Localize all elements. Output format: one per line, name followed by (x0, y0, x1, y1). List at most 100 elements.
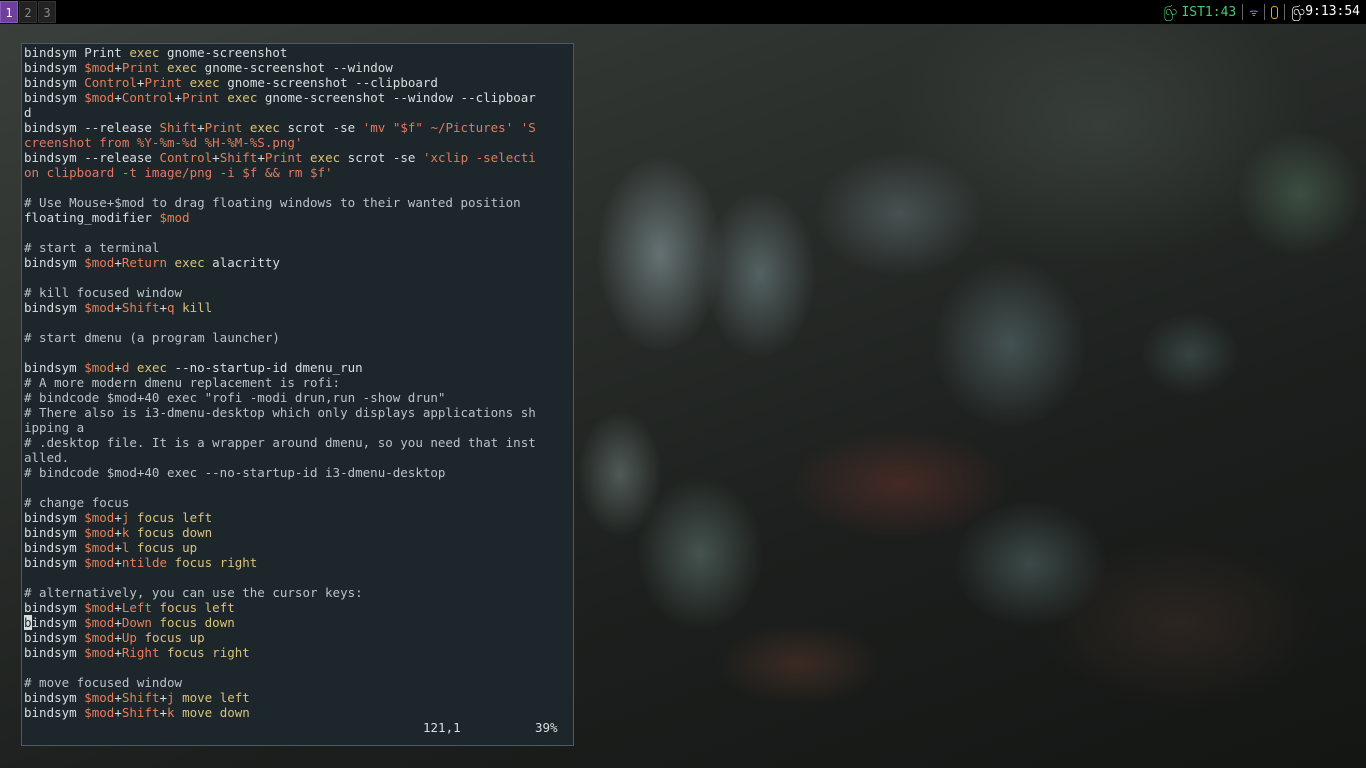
code-line: # move focused window (24, 675, 573, 690)
code-variable: Return (121, 255, 168, 270)
code-comment: # change focus (24, 495, 130, 510)
code-text: gnome-screenshot --clipboard (219, 75, 438, 90)
code-comment: # Use Mouse+$mod to drag floating window… (24, 195, 521, 210)
clock-block: ꩺ9:13:54 (1285, 3, 1366, 22)
temperature-block (1265, 5, 1284, 19)
code-variable: $mod (159, 210, 190, 225)
code-line: # bindcode $mod+40 exec --no-startup-id … (24, 465, 573, 480)
code-variable: $mod (84, 705, 115, 720)
code-text: scrot -se (340, 150, 423, 165)
code-text: bindsym Print (24, 45, 130, 60)
code-keyword: focus right (174, 555, 258, 570)
code-text: + (114, 615, 122, 630)
code-variable: $mod (84, 525, 115, 540)
code-text: + (114, 60, 122, 75)
code-line: bindsym $mod+k focus down (24, 525, 573, 540)
code-line: bindsym $mod+Print exec gnome-screenshot… (24, 60, 573, 75)
code-text: + (114, 555, 122, 570)
code-variable: k (167, 705, 175, 720)
text-cursor: b (24, 615, 32, 630)
code-keyword: exec (249, 120, 280, 135)
code-line: # A more modern dmenu replacement is rof… (24, 375, 573, 390)
code-keyword: kill (182, 300, 213, 315)
code-line: bindsym --release Shift+Print exec scrot… (24, 120, 573, 135)
code-text: + (114, 705, 122, 720)
code-text: bindsym (24, 525, 85, 540)
code-comment: # bindcode $mod+40 exec --no-startup-id … (24, 465, 446, 480)
code-variable: $mod (84, 645, 115, 660)
code-text: + (159, 300, 168, 315)
code-keyword: exec (129, 45, 160, 60)
code-line: bindsym $mod+Right focus right (24, 645, 573, 660)
code-text: + (114, 525, 122, 540)
workspace-button-3[interactable]: 3 (38, 1, 56, 23)
status-blocks: ꩺ IST1:43 ᯤ ꩺ9:13:54 (1158, 0, 1366, 24)
code-line: bindsym $mod+Control+Print exec gnome-sc… (24, 90, 573, 105)
terminal-window[interactable]: bindsym Print exec gnome-screenshot binds… (21, 43, 574, 746)
code-string: on clipboard -t image/png -i $f && rm $f… (24, 165, 333, 180)
code-comment: # start dmenu (a program launcher) (24, 330, 280, 345)
code-line: bindsym $mod+d exec --no-startup-id dmen… (24, 360, 573, 375)
code-line: bindsym $mod+Up focus up (24, 630, 573, 645)
code-text: + (114, 540, 122, 555)
code-line: # .desktop file. It is a wrapper around … (24, 435, 573, 450)
code-text: bindsym (24, 255, 85, 270)
code-variable: $mod (84, 360, 115, 375)
code-text: + (257, 150, 265, 165)
code-line: alled. (24, 450, 573, 465)
cpu-value: IST1:43 (1181, 4, 1237, 20)
code-keyword: focus left (136, 510, 213, 525)
code-string: 'xclip -selecti (422, 150, 536, 165)
code-line: floating_modifier $mod (24, 210, 573, 225)
code-line: # change focus (24, 495, 573, 510)
code-variable: $mod (84, 540, 115, 555)
code-keyword: move down (182, 705, 250, 720)
code-text: + (174, 90, 183, 105)
thermometer-icon (1271, 5, 1279, 19)
clock-text: ꩺ9:13:54 (1291, 3, 1360, 19)
code-variable: $mod (84, 555, 115, 570)
code-line: bindsym Print exec gnome-screenshot (24, 45, 573, 60)
code-keyword: exec (227, 90, 258, 105)
code-line: bindsym Control+Print exec gnome-screens… (24, 75, 573, 90)
code-comment: # A more modern dmenu replacement is rof… (24, 375, 341, 390)
code-variable: $mod (84, 630, 115, 645)
code-line: bindsym $mod+l focus up (24, 540, 573, 555)
code-comment: ipping a (24, 420, 85, 435)
workspace-button-1[interactable]: 1 (0, 1, 18, 23)
code-text: bindsym (24, 300, 85, 315)
code-variable: Shift (121, 300, 160, 315)
code-line: on clipboard -t image/png -i $f && rm $f… (24, 165, 573, 180)
code-variable: Print (182, 90, 220, 105)
code-text: alacritty (204, 255, 280, 270)
code-variable: Up (121, 630, 137, 645)
code-variable: $mod (84, 300, 115, 315)
code-comment: # move focused window (24, 675, 183, 690)
code-variable: Print (204, 120, 243, 135)
code-text: + (114, 600, 122, 615)
code-text: indsym (31, 615, 85, 630)
code-variable: Down (121, 615, 152, 630)
code-line: bindsym $mod+ntilde focus right (24, 555, 573, 570)
code-keyword: exec (174, 255, 205, 270)
code-text: bindsym (24, 600, 85, 615)
cpu-block: ꩺ IST1:43 (1158, 3, 1243, 22)
workspace-button-2[interactable]: 2 (19, 1, 37, 23)
vim-buffer[interactable]: bindsym Print exec gnome-screenshot binds… (24, 45, 573, 720)
code-variable: Print (121, 60, 160, 75)
workspace-list: 1 2 3 (0, 1, 57, 23)
code-text: + (114, 510, 122, 525)
code-string: creenshot from %Y-%m-%d %H-%M-%S.png' (24, 135, 303, 150)
code-text: + (159, 690, 168, 705)
